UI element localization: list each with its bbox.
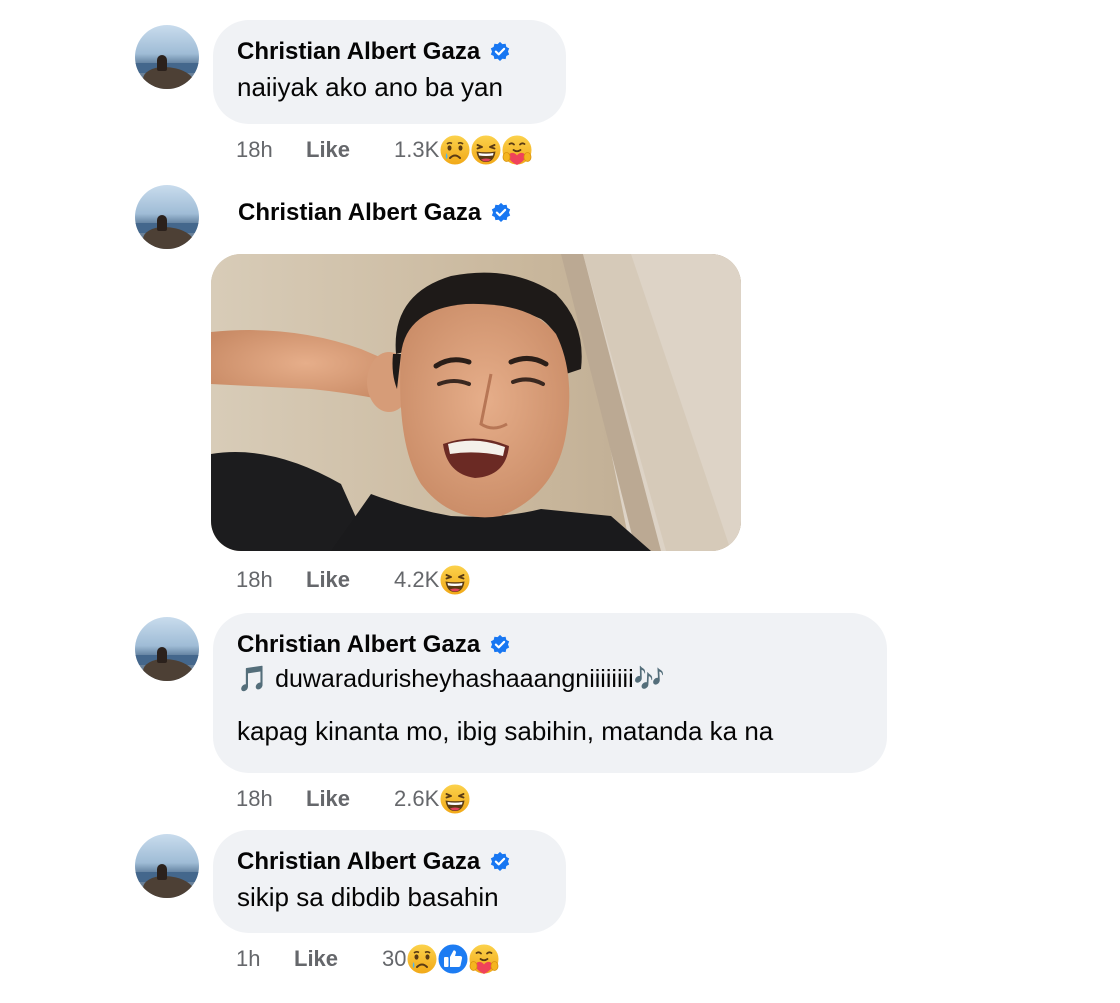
comment-2-reaction-count[interactable]: 4.2K [394, 567, 439, 593]
care-face-icon [467, 942, 501, 976]
verified-badge-icon [489, 851, 511, 873]
comment-2-reactions[interactable] [441, 563, 472, 597]
like-thumb-icon [436, 942, 470, 976]
comment-1-author-row: Christian Albert Gaza [237, 38, 542, 66]
comment-4-author-row: Christian Albert Gaza [237, 848, 542, 876]
sad-face-icon [438, 133, 472, 167]
comment-2-author-row: Christian Albert Gaza [238, 199, 512, 227]
comment-1-avatar[interactable] [135, 25, 199, 89]
comment-2-author[interactable]: Christian Albert Gaza [238, 199, 481, 227]
comment-3-bubble: Christian Albert Gaza 🎵 duwaradurisheyha… [213, 613, 887, 773]
comment-4-meta: 1h Like 30 [236, 942, 501, 976]
sad-face-icon [405, 942, 439, 976]
comment-3-time[interactable]: 18h [236, 786, 306, 812]
comment-4-time[interactable]: 1h [236, 946, 294, 972]
comment-3-author-row: Christian Albert Gaza [237, 631, 863, 659]
verified-badge-icon [490, 202, 512, 224]
comment-4-reaction-count[interactable]: 30 [382, 946, 406, 972]
comment-2-photo[interactable] [211, 254, 741, 551]
comment-3-text-line-2: kapag kinanta mo, ibig sabihin, matanda … [237, 716, 774, 746]
comment-1-like-button[interactable]: Like [306, 137, 394, 163]
comment-3-like-button[interactable]: Like [306, 786, 394, 812]
verified-badge-icon [489, 41, 511, 63]
laughing-face-icon [438, 782, 472, 816]
laughing-face-icon [438, 563, 472, 597]
comment-1-reaction-count[interactable]: 1.3K [394, 137, 439, 163]
comment-1-time[interactable]: 18h [236, 137, 306, 163]
comment-1-bubble: Christian Albert Gaza naiiyak ako ano ba… [213, 20, 566, 124]
comment-4-like-button[interactable]: Like [294, 946, 382, 972]
comment-2-time[interactable]: 18h [236, 567, 306, 593]
comment-3-author[interactable]: Christian Albert Gaza [237, 631, 480, 659]
verified-badge-icon [489, 634, 511, 656]
care-face-icon [500, 133, 534, 167]
comment-2-avatar[interactable] [135, 185, 199, 249]
comment-4-bubble: Christian Albert Gaza sikip sa dibdib ba… [213, 830, 566, 933]
laughing-face-icon [469, 133, 503, 167]
comment-1-meta: 18h Like 1.3K [236, 133, 534, 167]
comment-3-reaction-count[interactable]: 2.6K [394, 786, 439, 812]
comment-1-author[interactable]: Christian Albert Gaza [237, 38, 480, 66]
comment-1-reactions[interactable] [441, 133, 534, 167]
comment-3-meta: 18h Like 2.6K [236, 782, 472, 816]
comment-2-meta: 18h Like 4.2K [236, 563, 472, 597]
photo-of-man-crying-image [211, 254, 741, 551]
comment-4-author[interactable]: Christian Albert Gaza [237, 848, 480, 876]
comment-3-reactions[interactable] [441, 782, 472, 816]
comment-4-reactions[interactable] [408, 942, 501, 976]
comment-4-text: sikip sa dibdib basahin [237, 882, 499, 912]
comment-1-text: naiiyak ako ano ba yan [237, 72, 503, 102]
comment-3-text-line-1: 🎵 duwaradurisheyhashaaangniiiiiiii🎶 [237, 665, 665, 693]
comment-4-avatar[interactable] [135, 834, 199, 898]
comment-3-avatar[interactable] [135, 617, 199, 681]
comment-2-like-button[interactable]: Like [306, 567, 394, 593]
